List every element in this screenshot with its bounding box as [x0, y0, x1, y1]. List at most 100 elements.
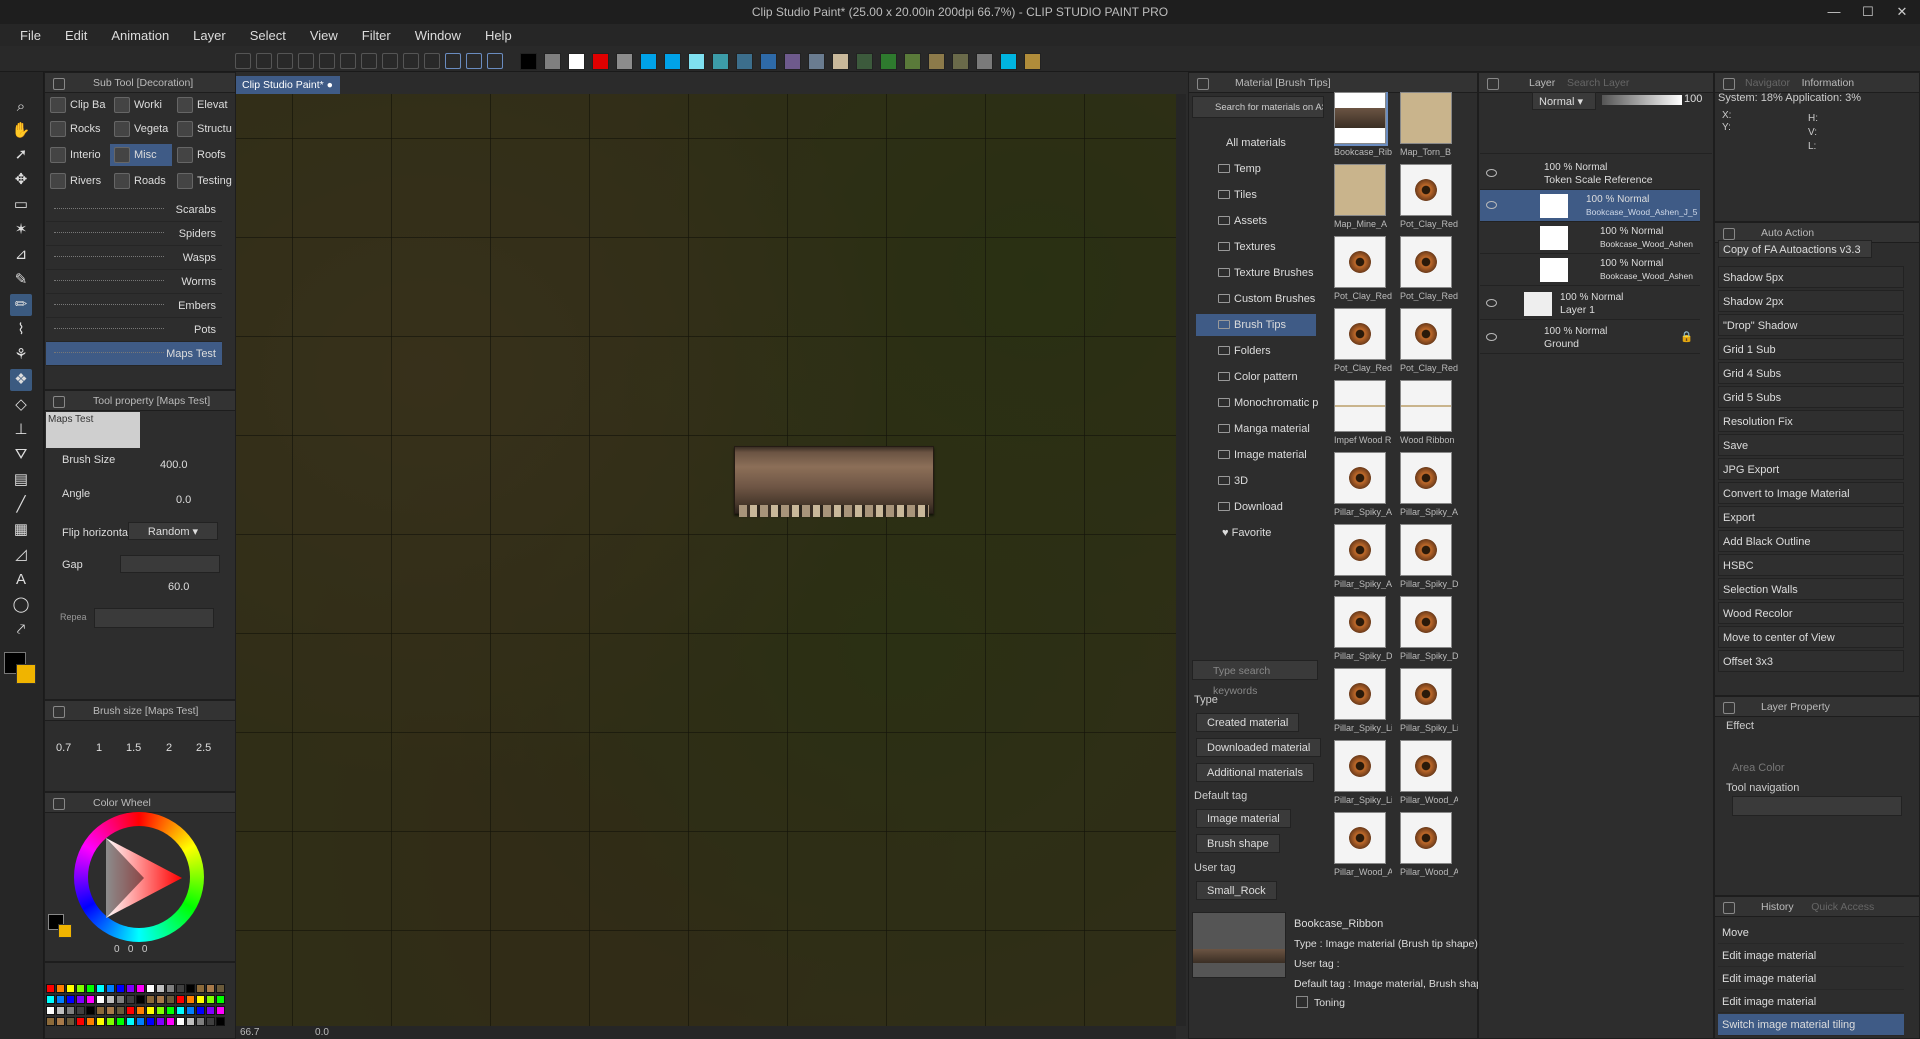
- material-thumbnail[interactable]: [1334, 92, 1388, 146]
- subtool-group-worki[interactable]: Worki: [110, 94, 172, 116]
- tree-texture-brushes[interactable]: Texture Brushes: [1196, 262, 1316, 284]
- subtool-group-rivers[interactable]: Rivers: [46, 170, 108, 192]
- selection-icon[interactable]: ▭: [10, 194, 32, 216]
- material-thumbnail[interactable]: [1400, 164, 1452, 216]
- brush-item-spiders[interactable]: Spiders: [46, 222, 222, 246]
- color-set-swatch[interactable]: [76, 995, 85, 1004]
- color-set-swatch[interactable]: [46, 984, 55, 993]
- tree-temp[interactable]: Temp: [1196, 158, 1316, 180]
- layer-row-bookcase-3[interactable]: 100 % Normal Bookcase_Wood_Ashen: [1480, 254, 1700, 286]
- material-search-input[interactable]: Type search keywords: [1192, 660, 1318, 697]
- color-set-swatch[interactable]: [156, 1006, 165, 1015]
- frame-icon[interactable]: ▦: [10, 519, 32, 541]
- color-set-swatch[interactable]: [76, 984, 85, 993]
- blend-icon[interactable]: ⊥: [10, 419, 32, 441]
- material-thumbnail[interactable]: [1334, 596, 1386, 648]
- color-set-swatch[interactable]: [136, 984, 145, 993]
- material-thumbnail[interactable]: [1400, 812, 1452, 864]
- color-set-swatch[interactable]: [86, 995, 95, 1004]
- brush-item-embers[interactable]: Embers: [46, 294, 222, 318]
- maximize-icon[interactable]: ☐: [1854, 0, 1882, 24]
- auto-action-item[interactable]: Grid 1 Sub: [1718, 338, 1904, 360]
- material-thumbnail[interactable]: [1400, 452, 1452, 504]
- zoom-icon[interactable]: ⌕: [10, 96, 32, 118]
- color-swatch[interactable]: [736, 52, 753, 70]
- history-item-current[interactable]: Switch image material tiling: [1718, 1014, 1904, 1036]
- subtool-group-misc[interactable]: Misc: [110, 144, 172, 166]
- tree-assets[interactable]: Assets: [1196, 210, 1316, 232]
- color-set-swatch[interactable]: [106, 995, 115, 1004]
- canvas-area[interactable]: [236, 94, 1176, 1026]
- tree-tiles[interactable]: Tiles: [1196, 184, 1316, 206]
- layer-row-token-scale[interactable]: 100 % Normal Token Scale Reference: [1480, 158, 1700, 190]
- redo-icon[interactable]: [319, 53, 335, 69]
- canvas-vertical-scrollbar[interactable]: [1176, 94, 1186, 1026]
- rotation-value[interactable]: 0.0: [315, 1027, 329, 1038]
- material-thumbnail[interactable]: [1334, 164, 1386, 216]
- color-swatch[interactable]: [928, 52, 945, 70]
- gap-value[interactable]: 60.0: [168, 581, 189, 593]
- balloon-icon[interactable]: ◯: [10, 594, 32, 616]
- color-set-swatch[interactable]: [56, 984, 65, 993]
- brush-size-preset-5[interactable]: 2.5: [196, 742, 211, 754]
- color-set-swatch[interactable]: [116, 1017, 125, 1026]
- subtool-group-testing[interactable]: Testing: [173, 170, 235, 192]
- layer-row-layer-1[interactable]: 100 % Normal Layer 1: [1480, 288, 1700, 320]
- color-swatch[interactable]: [1000, 52, 1017, 70]
- fill-bucket-icon[interactable]: ⛛: [10, 444, 32, 466]
- tag-brush-shape[interactable]: Brush shape: [1196, 834, 1280, 853]
- brush-item-scarabs[interactable]: Scarabs: [46, 198, 222, 222]
- auto-action-item[interactable]: JPG Export: [1718, 458, 1904, 480]
- pencil-icon[interactable]: ✏: [10, 294, 32, 316]
- subtool-group-interio[interactable]: Interio: [46, 144, 108, 166]
- subtool-group-roads[interactable]: Roads: [110, 170, 172, 192]
- sub-color-swatch[interactable]: [16, 664, 36, 684]
- color-set-swatch[interactable]: [46, 995, 55, 1004]
- material-thumbnail[interactable]: [1400, 308, 1452, 360]
- material-thumbnail[interactable]: [1334, 812, 1386, 864]
- auto-action-item[interactable]: Grid 4 Subs: [1718, 362, 1904, 384]
- color-swatch[interactable]: [904, 52, 921, 70]
- auto-action-item[interactable]: Convert to Image Material: [1718, 482, 1904, 504]
- special-ruler-snap-icon[interactable]: [466, 53, 482, 69]
- select-none-icon[interactable]: [340, 53, 356, 69]
- auto-action-item[interactable]: Wood Recolor: [1718, 602, 1904, 624]
- brush-size-preset-3[interactable]: 1.5: [126, 742, 141, 754]
- menu-select[interactable]: Select: [238, 28, 298, 43]
- angle-value[interactable]: 0.0: [176, 494, 191, 506]
- auto-action-item[interactable]: Add Black Outline: [1718, 530, 1904, 552]
- color-set-swatch[interactable]: [96, 984, 105, 993]
- color-set-swatch[interactable]: [106, 1017, 115, 1026]
- color-swatch[interactable]: [616, 52, 633, 70]
- color-set-grid[interactable]: [46, 984, 226, 1034]
- material-thumbnail[interactable]: [1334, 236, 1386, 288]
- color-set-swatch[interactable]: [126, 984, 135, 993]
- color-swatch[interactable]: [640, 52, 657, 70]
- color-swatch[interactable]: [832, 52, 849, 70]
- brush-size-value[interactable]: 400.0: [160, 459, 188, 471]
- repeat-mode-buttons[interactable]: [94, 608, 214, 628]
- auto-action-item[interactable]: Shadow 5px: [1718, 266, 1904, 288]
- subtool-group-vegeta[interactable]: Vegeta: [110, 118, 172, 140]
- history-item[interactable]: Edit image material: [1718, 968, 1904, 990]
- material-thumbnail[interactable]: [1334, 740, 1386, 792]
- tree-monochromatic[interactable]: Monochromatic p: [1196, 392, 1318, 414]
- color-set-swatch[interactable]: [186, 1017, 195, 1026]
- flip-horizontal-select[interactable]: Random ▾: [128, 522, 218, 540]
- color-set-swatch[interactable]: [176, 995, 185, 1004]
- auto-action-item[interactable]: Selection Walls: [1718, 578, 1904, 600]
- menu-help[interactable]: Help: [473, 28, 524, 43]
- color-set-swatch[interactable]: [166, 1006, 175, 1015]
- brush-size-preset-1[interactable]: 0.7: [56, 742, 71, 754]
- color-swatch[interactable]: [688, 52, 705, 70]
- color-swatch[interactable]: [952, 52, 969, 70]
- toning-checkbox[interactable]: [1296, 996, 1308, 1008]
- tag-created-material[interactable]: Created material: [1196, 713, 1300, 732]
- color-set-swatch[interactable]: [116, 1006, 125, 1015]
- tree-color-pattern[interactable]: Color pattern: [1196, 366, 1316, 388]
- gradient-icon[interactable]: ▤: [10, 469, 32, 491]
- menu-window[interactable]: Window: [403, 28, 473, 43]
- color-swatch[interactable]: [568, 52, 585, 70]
- new-file-icon[interactable]: [235, 53, 251, 69]
- minimize-icon[interactable]: —: [1820, 0, 1848, 24]
